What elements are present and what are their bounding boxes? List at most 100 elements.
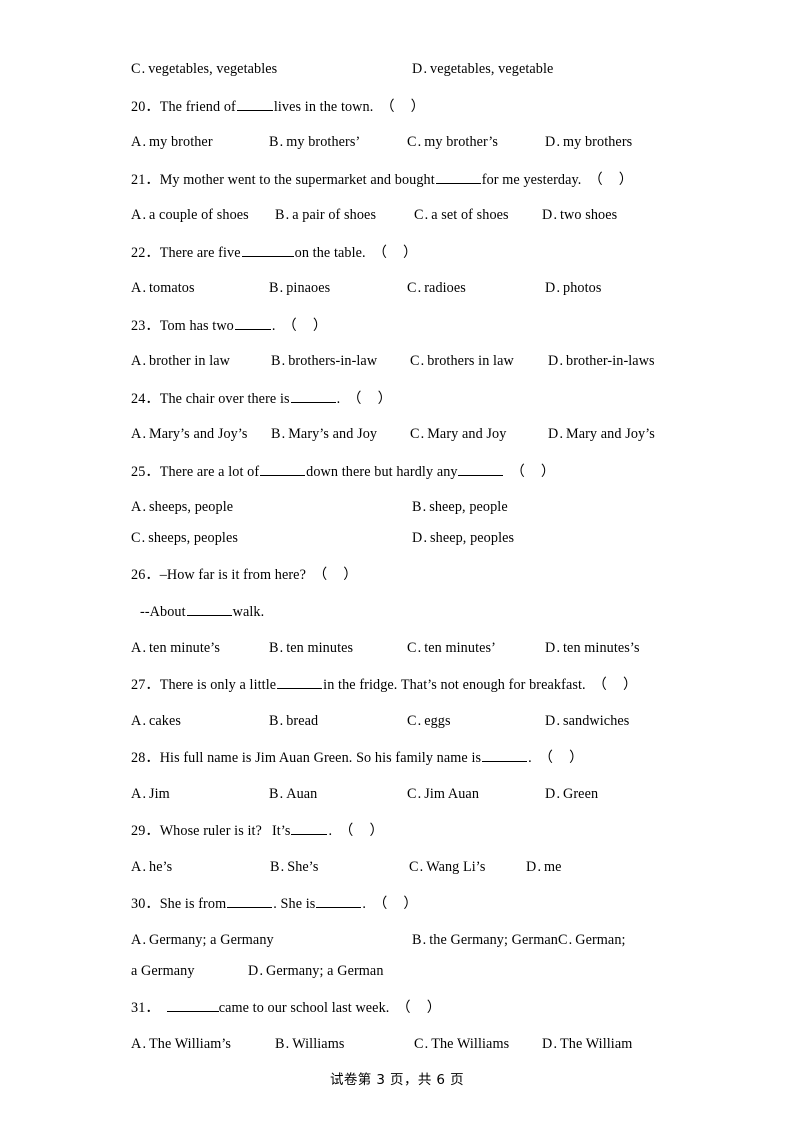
option-row-29: Ahe’s BShe’s CWang Li’s Dme [131, 858, 682, 876]
answer-blank[interactable] [457, 462, 503, 476]
option-d[interactable]: Dvegetables, vegetable [412, 60, 553, 78]
stem-text: She is from [159, 896, 227, 912]
option-b[interactable]: Bbrothers-in-law [271, 352, 410, 370]
answer-bracket[interactable]: （） [396, 999, 441, 1017]
option-c[interactable]: Cvegetables, vegetables [131, 60, 412, 78]
answer-bracket[interactable]: （） [511, 463, 556, 481]
option-d[interactable]: Dsandwiches [545, 712, 629, 730]
option-c[interactable]: CWang Li’s [409, 858, 526, 876]
answer-blank[interactable] [291, 821, 328, 835]
option-text: Wang Li’s [426, 858, 486, 875]
option-b[interactable]: Bsheep, people [412, 498, 508, 516]
option-d[interactable]: Dmy brothers [545, 133, 632, 151]
option-a[interactable]: Abrother in law [131, 352, 271, 370]
option-b[interactable]: BWilliams [275, 1035, 414, 1053]
answer-blank[interactable] [260, 462, 306, 476]
answer-bracket[interactable]: （） [380, 98, 425, 116]
option-c[interactable]: Cbrothers in law [410, 352, 548, 370]
answer-blank[interactable] [227, 894, 273, 908]
option-b[interactable]: BAuan [269, 785, 407, 803]
option-a[interactable]: AThe William’s [131, 1035, 275, 1053]
answer-bracket[interactable]: （） [373, 244, 418, 262]
option-text: Williams [292, 1035, 345, 1052]
option-label: A [131, 280, 146, 296]
answer-bracket[interactable]: （） [593, 676, 638, 694]
option-text: photos [563, 280, 602, 296]
option-b[interactable]: BShe’s [270, 858, 409, 876]
option-label: C [407, 713, 421, 729]
option-text: ten minutes [286, 639, 354, 656]
option-c[interactable]: CJim Auan [407, 785, 545, 803]
answer-bracket[interactable]: （） [539, 749, 584, 767]
option-label: A [131, 207, 146, 223]
option-text: Jim Auan [424, 785, 480, 802]
option-b[interactable]: Bmy brothers’ [269, 133, 407, 151]
option-d[interactable]: Dbrother-in-laws [548, 352, 655, 370]
answer-blank[interactable] [435, 170, 481, 184]
option-d[interactable]: DGermany; a German [248, 962, 384, 980]
option-c[interactable]: Cradioes [407, 279, 545, 297]
answer-bracket[interactable]: （） [313, 566, 358, 584]
answer-blank[interactable] [316, 894, 362, 908]
question-number: 29 [131, 823, 146, 839]
option-b[interactable]: Bten minutes [269, 639, 407, 657]
option-b[interactable]: BMary’s and Joy [271, 425, 410, 443]
answer-blank[interactable] [241, 243, 294, 257]
option-c[interactable]: CGerman; [558, 931, 626, 949]
option-c[interactable]: Ca set of shoes [414, 206, 542, 224]
option-a[interactable]: AMary’s and Joy’s [131, 425, 271, 443]
option-label: C [558, 932, 572, 948]
option-b[interactable]: Bthe Germany; German [412, 931, 558, 949]
answer-bracket[interactable]: （） [588, 171, 633, 189]
answer-blank[interactable] [290, 389, 336, 403]
option-d[interactable]: Dtwo shoes [542, 206, 617, 224]
option-a[interactable]: Ahe’s [131, 858, 270, 876]
option-row-28: AJim BAuan CJim Auan DGreen [131, 785, 682, 803]
answer-bracket[interactable]: （） [339, 822, 384, 840]
option-a[interactable]: Acakes [131, 712, 269, 730]
option-a[interactable]: Amy brother [131, 133, 269, 151]
question-stem-28: 28．His full name is Jim Auan Green. So h… [131, 748, 584, 767]
option-d[interactable]: DThe William [542, 1035, 632, 1053]
option-d[interactable]: Dsheep, peoples [412, 529, 514, 547]
option-a[interactable]: Aten minute’s [131, 639, 269, 657]
answer-blank[interactable] [186, 602, 232, 616]
option-a[interactable]: Atomatos [131, 279, 269, 297]
option-row-30-line1: AGermany; a Germany Bthe Germany; German… [131, 931, 682, 949]
question-stem-27: 27．There is only a little in the fridge. … [131, 675, 638, 694]
option-row-21: Aa couple of shoes Ba pair of shoes Ca s… [131, 206, 682, 224]
option-label: A [131, 134, 146, 150]
answer-blank[interactable] [277, 675, 323, 689]
stem-text: --About [140, 604, 186, 620]
option-d[interactable]: Dme [526, 858, 562, 876]
option-text: bread [286, 712, 319, 729]
answer-bracket[interactable]: （） [283, 317, 328, 335]
option-a[interactable]: Asheeps, people [131, 498, 412, 516]
option-d[interactable]: Dten minutes’s [545, 639, 640, 657]
option-text: ten minutes’ [424, 639, 496, 656]
option-b[interactable]: Bpinaoes [269, 279, 407, 297]
option-b[interactable]: Bbread [269, 712, 407, 730]
option-c[interactable]: Cmy brother’s [407, 133, 545, 151]
option-a[interactable]: Aa couple of shoes [131, 206, 275, 224]
option-c[interactable]: CThe Williams [414, 1035, 542, 1053]
question-stem-26-line2: --About walk. [131, 602, 682, 620]
answer-bracket[interactable]: （） [347, 390, 392, 408]
option-c[interactable]: Ceggs [407, 712, 545, 730]
answer-blank[interactable] [166, 998, 219, 1012]
option-a[interactable]: AGermany; a Germany [131, 931, 412, 949]
option-b[interactable]: Ba pair of shoes [275, 206, 414, 224]
option-row-23: Abrother in law Bbrothers-in-law Cbrothe… [131, 352, 682, 370]
answer-blank[interactable] [482, 748, 528, 762]
answer-blank[interactable] [234, 316, 271, 330]
option-c[interactable]: Cten minutes’ [407, 639, 545, 657]
option-d[interactable]: DMary and Joy’s [548, 425, 655, 443]
answer-blank[interactable] [236, 97, 273, 111]
option-a[interactable]: AJim [131, 785, 269, 803]
option-c[interactable]: Csheeps, peoples [131, 529, 412, 547]
option-d[interactable]: DGreen [545, 785, 598, 803]
answer-bracket[interactable]: （） [373, 895, 418, 913]
option-text: pinaoes [286, 280, 331, 296]
option-d[interactable]: Dphotos [545, 279, 601, 297]
option-c[interactable]: CMary and Joy [410, 425, 548, 443]
